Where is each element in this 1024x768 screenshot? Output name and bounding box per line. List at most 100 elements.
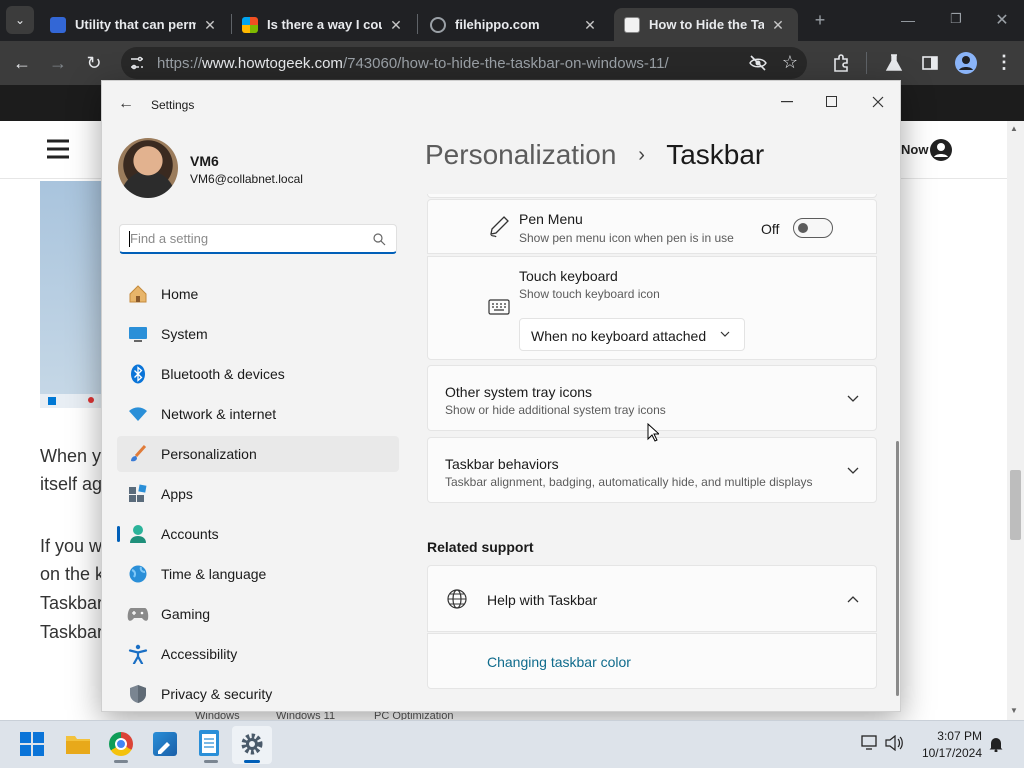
avatar[interactable]	[118, 138, 178, 198]
article-image-taskbar	[40, 394, 110, 408]
apps-icon	[127, 483, 149, 505]
back-icon[interactable]: ←	[8, 49, 36, 77]
paint-app-icon[interactable]	[153, 732, 177, 756]
nav-item-accessibility[interactable]: Accessibility	[117, 636, 399, 672]
chrome-icon[interactable]	[109, 732, 133, 756]
chevron-down-icon[interactable]	[847, 395, 859, 403]
browser-tab-3[interactable]: filehippo.com ✕	[420, 8, 610, 41]
maximize-button[interactable]	[809, 87, 855, 117]
menu-kebab-icon[interactable]: ⋮	[995, 52, 1013, 74]
chevron-down-icon[interactable]	[847, 467, 859, 475]
back-arrow-icon[interactable]: ←	[116, 95, 136, 115]
scroll-up-icon[interactable]: ▲	[1010, 124, 1018, 133]
clock-date[interactable]: 10/17/2024	[912, 746, 982, 760]
eye-off-icon[interactable]	[748, 54, 768, 72]
nav-item-time-language[interactable]: Time & language	[117, 556, 399, 592]
url-scheme: https://	[157, 55, 203, 72]
help-with-taskbar-row[interactable]: Help with Taskbar	[427, 565, 877, 632]
breadcrumb-parent[interactable]: Personalization	[425, 139, 616, 170]
pen-icon	[488, 215, 510, 239]
side-panel-icon[interactable]	[920, 53, 940, 73]
search-input[interactable]: Find a setting	[119, 224, 397, 254]
notification-bell-icon[interactable]	[989, 736, 1003, 752]
network-status-icon[interactable]	[861, 735, 879, 751]
close-button[interactable]	[855, 87, 900, 117]
touch-keyboard-dropdown[interactable]: When no keyboard attached	[519, 318, 745, 351]
nav-label: Gaming	[161, 606, 211, 622]
page-scrollbar-thumb[interactable]	[1010, 470, 1021, 540]
restore-icon[interactable]: ❐	[946, 11, 966, 29]
close-icon[interactable]: ✕	[582, 17, 598, 33]
user-name: VM6	[190, 153, 219, 169]
globe-icon	[127, 563, 149, 585]
keyboard-icon	[488, 299, 510, 315]
hamburger-menu-icon[interactable]	[47, 139, 69, 159]
tab-title: filehippo.com	[455, 17, 540, 32]
url-text[interactable]: https://www.howtogeek.com/743060/how-to-…	[157, 55, 669, 72]
nav-item-home[interactable]: Home	[117, 276, 399, 312]
browser-tab-4-active[interactable]: How to Hide the Taskb ✕	[614, 8, 798, 41]
dropdown-value: When no keyboard attached	[531, 328, 707, 344]
nav-item-network[interactable]: Network & internet	[117, 396, 399, 432]
globe-icon	[446, 588, 468, 610]
file-explorer-icon[interactable]	[65, 733, 91, 755]
notepad-icon[interactable]	[199, 730, 219, 756]
page-scrollbar[interactable]	[1007, 121, 1024, 720]
close-icon[interactable]: ✕	[388, 17, 404, 33]
minimize-icon[interactable]: —	[898, 12, 918, 28]
chevron-up-icon[interactable]	[847, 595, 859, 603]
nav-item-apps[interactable]: Apps	[117, 476, 399, 512]
scroll-down-icon[interactable]: ▼	[1010, 706, 1018, 715]
pen-menu-toggle[interactable]	[793, 218, 833, 238]
taskbar-behaviors-row[interactable]: Taskbar behaviors Taskbar alignment, bad…	[427, 437, 877, 503]
home-icon	[127, 283, 149, 305]
other-tray-icons-row[interactable]: Other system tray icons Show or hide add…	[427, 365, 877, 431]
close-window-icon[interactable]: ✕	[992, 10, 1012, 30]
volume-icon[interactable]	[885, 735, 903, 751]
settings-scrollbar-thumb[interactable]	[896, 441, 899, 696]
settings-taskbar-button[interactable]	[232, 726, 272, 764]
wifi-icon	[127, 403, 149, 425]
toolbar-divider	[866, 52, 867, 74]
chevron-right-icon: ›	[638, 144, 645, 166]
close-icon[interactable]: ✕	[770, 17, 786, 33]
nav-item-system[interactable]: System	[117, 316, 399, 352]
active-indicator	[244, 760, 260, 763]
nav-label: Time & language	[161, 566, 267, 582]
user-account-icon[interactable]	[930, 139, 952, 161]
new-tab-button[interactable]: +	[810, 10, 830, 30]
extensions-icon[interactable]	[831, 53, 851, 73]
changing-taskbar-color-link[interactable]: Changing taskbar color	[487, 654, 631, 670]
clock-time[interactable]: 3:07 PM	[912, 729, 982, 743]
close-icon[interactable]: ✕	[202, 17, 218, 33]
site-info-icon[interactable]	[129, 55, 145, 71]
touch-keyboard-row: Touch keyboard Show touch keyboard icon …	[427, 256, 877, 360]
nav-label: Network & internet	[161, 406, 277, 422]
nav-label: Accounts	[161, 526, 219, 542]
touch-keyboard-desc: Show touch keyboard icon	[519, 287, 660, 301]
nav-item-privacy[interactable]: Privacy & security	[117, 676, 399, 711]
nav-item-accounts[interactable]: Accounts	[117, 516, 399, 552]
tab-title: Is there a way I could	[267, 17, 382, 32]
forward-icon[interactable]: →	[44, 49, 72, 77]
now-link[interactable]: Now	[901, 142, 928, 157]
tab-favicon	[50, 16, 66, 33]
browser-tab-1[interactable]: Utility that can perma ✕	[40, 8, 230, 41]
brush-icon	[127, 443, 149, 465]
minimize-button[interactable]	[764, 87, 810, 117]
article-text: Taskbar	[40, 593, 104, 613]
start-windows-icon[interactable]	[20, 732, 44, 756]
app-icon	[88, 397, 94, 403]
tab-search-button[interactable]: ⌄	[6, 6, 34, 34]
bluetooth-icon	[127, 363, 149, 385]
reload-icon[interactable]: ↻	[80, 49, 108, 77]
article-text: If you w	[40, 536, 103, 556]
profile-avatar-icon[interactable]	[955, 52, 977, 74]
bookmark-star-icon[interactable]: ☆	[780, 52, 800, 72]
labs-flask-icon[interactable]	[884, 53, 904, 73]
browser-tab-2[interactable]: Is there a way I could ✕	[232, 8, 416, 41]
nav-item-gaming[interactable]: Gaming	[117, 596, 399, 632]
pen-menu-desc: Show pen menu icon when pen is in use	[519, 231, 734, 245]
nav-item-bluetooth[interactable]: Bluetooth & devices	[117, 356, 399, 392]
nav-item-personalization[interactable]: Personalization	[117, 436, 399, 472]
